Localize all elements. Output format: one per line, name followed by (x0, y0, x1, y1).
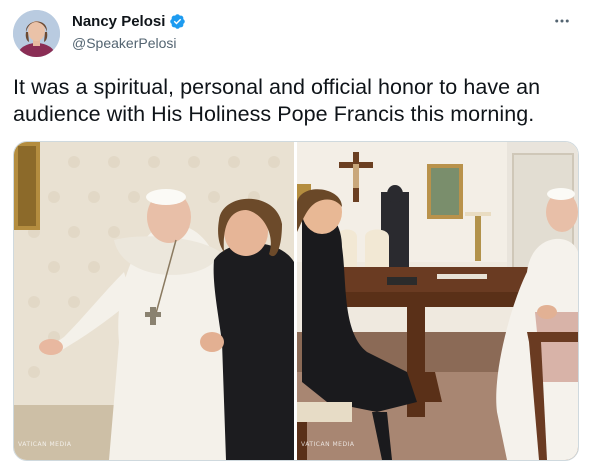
photo-2[interactable]: VATICAN MEDIA (297, 142, 578, 460)
avatar-image (13, 10, 60, 57)
author-display-name[interactable]: Nancy Pelosi (72, 13, 165, 30)
tweet-text: It was a spiritual, personal and officia… (13, 75, 541, 126)
more-options-button[interactable] (551, 10, 573, 32)
photo-1-image (14, 142, 294, 460)
author-handle[interactable]: @SpeakerPelosi (72, 35, 177, 51)
photo-1-watermark: VATICAN MEDIA (18, 441, 72, 448)
photo-2-watermark: VATICAN MEDIA (301, 441, 355, 448)
author-name-row[interactable]: Nancy Pelosi (72, 13, 186, 30)
avatar[interactable] (13, 10, 60, 57)
more-horizontal-icon (555, 19, 569, 23)
photo-1[interactable]: VATICAN MEDIA (14, 142, 294, 460)
tweet-card[interactable]: Nancy Pelosi @SpeakerPelosi It was a spi… (0, 0, 591, 469)
verified-badge-icon (169, 13, 186, 30)
photo-2-image (297, 142, 578, 460)
media-grid: VATICAN MEDIA VATICAN MEDIA (13, 141, 579, 461)
